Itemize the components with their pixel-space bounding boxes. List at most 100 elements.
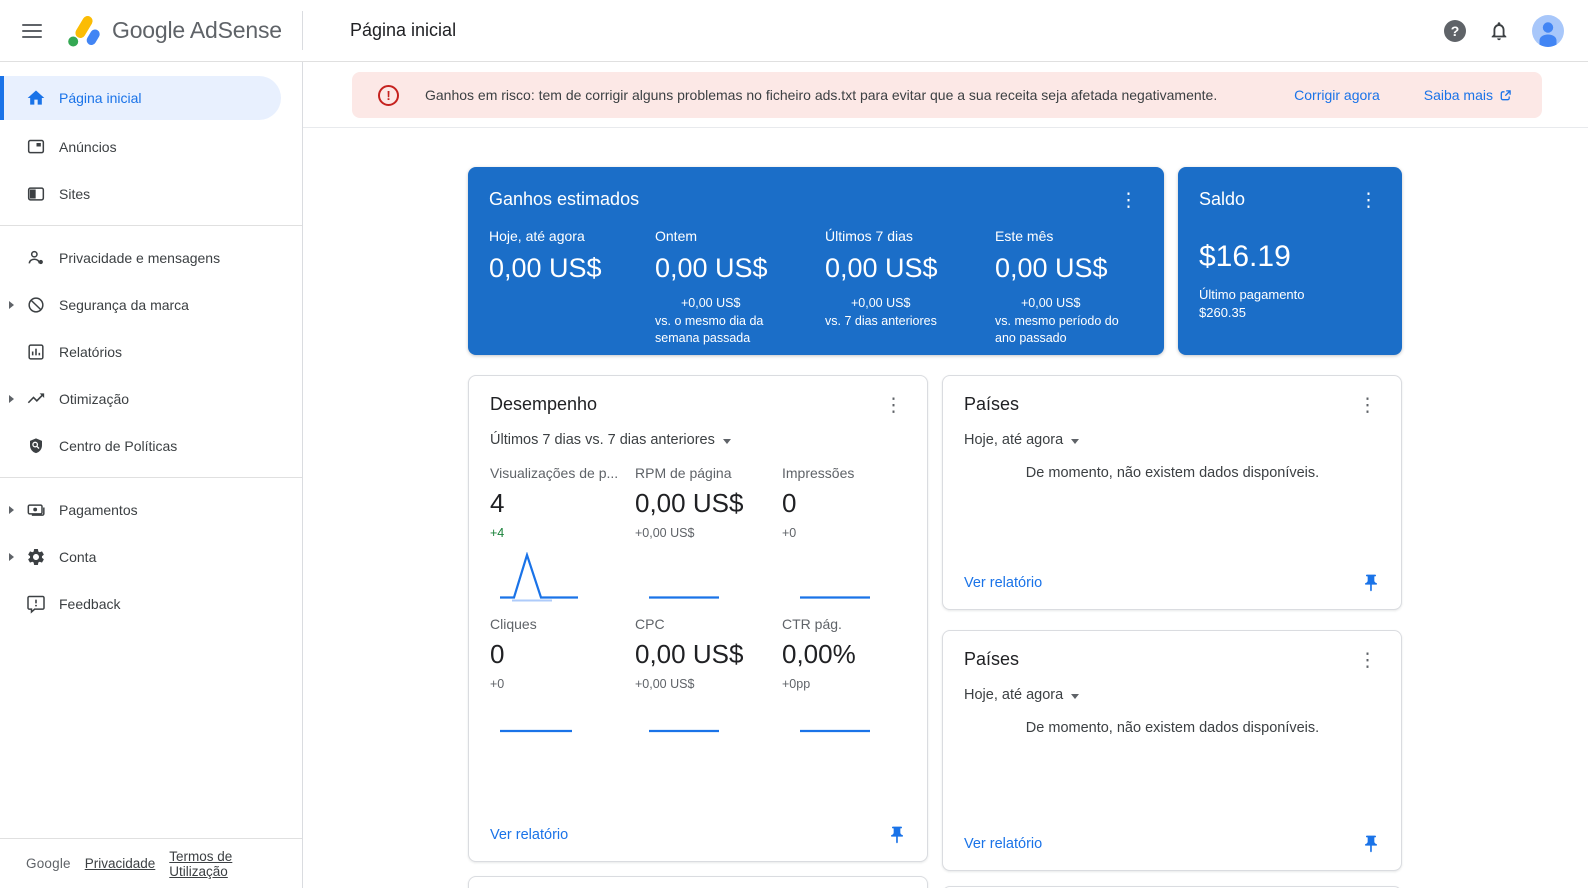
adsense-logo[interactable]: Google AdSense (66, 14, 282, 48)
sidebar-item-centro-de-politicas[interactable]: Centro de Políticas (0, 422, 302, 469)
card-title: Países (964, 649, 1020, 669)
more-options-icon[interactable]: ⋮ (1354, 649, 1381, 672)
sidebar: Página inicial Anúncios Sites Privacidad… (0, 62, 303, 888)
more-options-icon[interactable]: ⋮ (880, 394, 907, 417)
metric-value: 0 (782, 488, 797, 518)
expand-arrow-icon[interactable] (9, 505, 14, 514)
metric-label: CTR pág. (782, 616, 842, 632)
metric-label: Impressões (782, 465, 855, 481)
metric-delta: +0,00 US$ (851, 296, 911, 310)
metric-label: Ontem (655, 228, 698, 244)
expand-arrow-icon[interactable] (9, 394, 14, 403)
last-payment-label: Último pagamento (1199, 287, 1305, 302)
card-title: Países (964, 394, 1020, 414)
metric-label: Cliques (490, 616, 537, 632)
empty-state-message: De momento, não existem dados disponívei… (1025, 720, 1320, 736)
earnings-column: Este mês 0,00 US$ +0,00 US$ vs. mesmo pe… (995, 228, 1142, 346)
learn-more-link[interactable]: Saiba mais (1424, 87, 1512, 103)
pin-icon[interactable] (1361, 573, 1381, 593)
help-icon[interactable]: ? (1444, 19, 1466, 42)
metric-delta: +0,00 US$ (635, 677, 695, 691)
sidebar-item-feedback[interactable]: Feedback (0, 580, 302, 627)
metric-compare: vs. 7 dias anteriores (825, 314, 937, 328)
card-title: Ganhos estimados (489, 189, 640, 209)
more-options-icon[interactable]: ⋮ (1354, 394, 1381, 417)
sidebar-item-anuncios[interactable]: Anúncios (0, 123, 302, 170)
date-range-label: Hoje, até agora (964, 687, 1064, 703)
more-options-icon[interactable]: ⋮ (1115, 189, 1142, 212)
card-title: Saldo (1199, 189, 1246, 209)
adsense-app: Google AdSense Página inicial ? Página i… (0, 0, 1588, 888)
date-range-label: Hoje, até agora (964, 432, 1064, 448)
sidebar-item-label: Sites (59, 185, 91, 202)
sidebar-item-label: Centro de Políticas (59, 437, 178, 454)
metric-value: 0,00 US$ (635, 488, 744, 518)
metric-value: 4 (490, 488, 505, 518)
metric: Cliques 0 +0 (490, 616, 635, 691)
privacy-person-icon (28, 250, 43, 264)
metric-delta: +0pp (782, 677, 811, 691)
sidebar-item-pagina-inicial[interactable]: Página inicial (0, 76, 281, 120)
more-options-icon[interactable]: ⋮ (1355, 189, 1382, 212)
terms-link[interactable]: Termos de Utilização (169, 849, 276, 879)
error-icon: ! (378, 84, 399, 106)
trending-up-icon (27, 392, 45, 403)
date-range-selector[interactable]: Hoje, até agora (964, 687, 1080, 703)
sidebar-item-privacidade-e-mensagens[interactable]: Privacidade e mensagens (0, 234, 302, 281)
menu-icon[interactable] (22, 23, 42, 38)
sidebar-item-otimizacao[interactable]: Otimização (0, 375, 302, 422)
notifications-icon[interactable] (1488, 20, 1510, 42)
avatar[interactable] (1532, 14, 1564, 47)
home-icon (27, 90, 45, 105)
top-bar-actions: ? (1444, 14, 1588, 47)
metric-delta: +4 (490, 526, 505, 540)
sidebar-item-conta[interactable]: Conta (0, 533, 302, 580)
metric-value: 0,00 US$ (635, 639, 744, 669)
view-report-link[interactable]: Ver relatório (490, 827, 568, 843)
privacy-link[interactable]: Privacidade (85, 856, 156, 871)
top-bar-left: Google AdSense (0, 0, 303, 61)
view-report-link[interactable]: Ver relatório (964, 575, 1042, 591)
adsense-logo-icon (68, 15, 100, 46)
sparkline-flat (649, 729, 719, 733)
date-range-selector[interactable]: Últimos 7 dias vs. 7 dias anteriores (490, 432, 731, 448)
sidebar-item-label: Anúncios (59, 138, 117, 155)
metric-value: 0,00 US$ (489, 253, 602, 283)
ads-txt-warning-banner: ! Ganhos em risco: tem de corrigir algun… (352, 72, 1542, 118)
policy-shield-icon (30, 437, 42, 453)
metric-label: Visualizações de p... (490, 465, 619, 481)
sidebar-item-sites[interactable]: Sites (0, 170, 302, 217)
view-report-link[interactable]: Ver relatório (964, 836, 1042, 852)
metric-value: 0,00 US$ (995, 253, 1108, 283)
sidebar-item-seguranca-da-marca[interactable]: Segurança da marca (0, 281, 302, 328)
fix-now-link[interactable]: Corrigir agora (1294, 87, 1380, 103)
google-footer-logo: Google (26, 856, 71, 871)
card-title: Desempenho (490, 394, 598, 414)
earnings-column: Hoje, até agora 0,00 US$ (489, 228, 655, 346)
sparkline-flat (800, 729, 870, 733)
sidebar-item-relatorios[interactable]: Relatórios (0, 328, 302, 375)
earnings-column: Ontem 0,00 US$ +0,00 US$ vs. o mesmo dia… (655, 228, 825, 346)
expand-arrow-icon[interactable] (9, 552, 14, 561)
metric-value: 0,00 US$ (655, 253, 768, 283)
metric-label: CPC (635, 616, 665, 632)
metric-value: 0,00% (782, 639, 856, 669)
main-content: ! Ganhos em risco: tem de corrigir algun… (303, 62, 1588, 888)
sparkline-spike (500, 552, 578, 602)
metric-delta: +0 (782, 526, 797, 540)
sidebar-item-pagamentos[interactable]: Pagamentos (0, 486, 302, 533)
sidebar-item-label: Página inicial (59, 90, 142, 106)
sidebar-item-label: Relatórios (59, 343, 123, 360)
metric-label: Hoje, até agora (489, 228, 585, 244)
metric-delta: +0,00 US$ (635, 526, 695, 540)
metric: Visualizações de p... 4 +4 (490, 465, 635, 540)
sparkline-flat (649, 596, 719, 599)
feedback-bubble-icon (27, 595, 45, 614)
pin-icon[interactable] (887, 825, 907, 845)
date-range-selector[interactable]: Hoje, até agora (964, 432, 1080, 448)
block-icon (28, 296, 44, 313)
expand-arrow-icon[interactable] (9, 300, 14, 309)
metric: RPM de página 0,00 US$ +0,00 US$ (635, 465, 782, 540)
pin-icon[interactable] (1361, 834, 1381, 854)
page-title: Página inicial (350, 20, 457, 40)
